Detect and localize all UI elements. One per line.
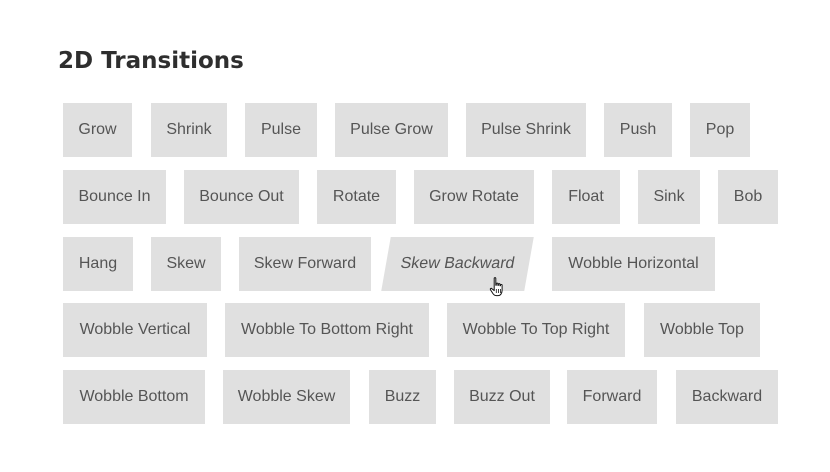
wobble-skew-button[interactable]: Wobble Skew xyxy=(223,370,350,424)
bounce-out-button[interactable]: Bounce Out xyxy=(184,170,299,224)
forward-button[interactable]: Forward xyxy=(567,370,657,424)
pulse-button[interactable]: Pulse xyxy=(245,103,317,157)
wobble-to-top-right-button[interactable]: Wobble To Top Right xyxy=(447,303,625,357)
shrink-button[interactable]: Shrink xyxy=(151,103,227,157)
skew-forward-button[interactable]: Skew Forward xyxy=(239,237,371,291)
pop-button[interactable]: Pop xyxy=(690,103,750,157)
backward-button[interactable]: Backward xyxy=(676,370,778,424)
wobble-horizontal-button[interactable]: Wobble Horizontal xyxy=(552,237,715,291)
wobble-to-bottom-right-button[interactable]: Wobble To Bottom Right xyxy=(225,303,429,357)
hang-button[interactable]: Hang xyxy=(63,237,133,291)
pulse-grow-button[interactable]: Pulse Grow xyxy=(335,103,448,157)
wobble-bottom-button[interactable]: Wobble Bottom xyxy=(63,370,205,424)
bounce-in-button[interactable]: Bounce In xyxy=(63,170,166,224)
wobble-vertical-button[interactable]: Wobble Vertical xyxy=(63,303,207,357)
sink-button[interactable]: Sink xyxy=(638,170,700,224)
grow-button[interactable]: Grow xyxy=(63,103,132,157)
rotate-button[interactable]: Rotate xyxy=(317,170,396,224)
skew-backward-button[interactable]: Skew Backward xyxy=(381,237,534,291)
pulse-shrink-button[interactable]: Pulse Shrink xyxy=(466,103,586,157)
buzz-out-button[interactable]: Buzz Out xyxy=(454,370,550,424)
float-button[interactable]: Float xyxy=(552,170,620,224)
buzz-button[interactable]: Buzz xyxy=(369,370,436,424)
grow-rotate-button[interactable]: Grow Rotate xyxy=(414,170,534,224)
wobble-top-button[interactable]: Wobble Top xyxy=(644,303,760,357)
push-button[interactable]: Push xyxy=(604,103,672,157)
page-title: 2D Transitions xyxy=(58,48,244,74)
skew-button[interactable]: Skew xyxy=(151,237,221,291)
bob-button[interactable]: Bob xyxy=(718,170,778,224)
